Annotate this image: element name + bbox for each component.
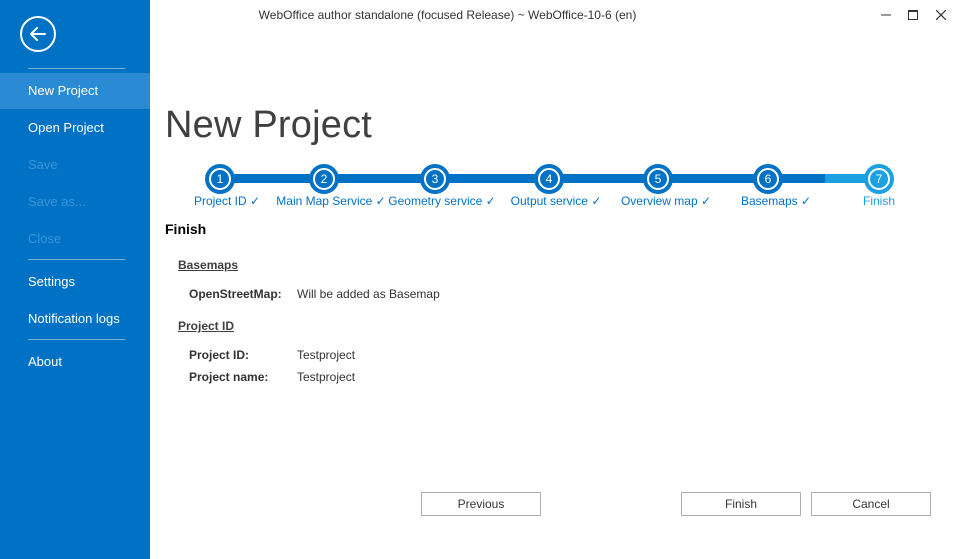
sidebar-divider — [28, 259, 125, 260]
finish-button[interactable]: Finish — [681, 492, 801, 516]
step-label-overview-map[interactable]: Overview map ✓ — [621, 194, 711, 208]
summary-value: Testproject — [297, 348, 356, 362]
sidebar-item-notification-logs[interactable]: Notification logs — [0, 301, 150, 337]
sidebar: New Project Open Project Save Save as...… — [0, 0, 150, 559]
sidebar-item-new-project[interactable]: New Project — [0, 73, 150, 109]
sidebar-item-save-as: Save as... — [28, 194, 86, 209]
sidebar-item-save: Save — [28, 157, 58, 172]
page-title: New Project — [165, 104, 373, 146]
maximize-icon — [908, 10, 918, 20]
step-number: 4 — [538, 168, 560, 190]
step-label-main-map-service[interactable]: Main Map Service ✓ — [276, 194, 385, 208]
title-bar: WebOffice author standalone (focused Rel… — [150, 0, 955, 30]
cancel-button[interactable]: Cancel — [811, 492, 931, 516]
step-3-marker[interactable]: 3 — [420, 164, 450, 194]
step-label-output-service[interactable]: Output service ✓ — [511, 194, 602, 208]
step-1-marker[interactable]: 1 — [205, 164, 235, 194]
sidebar-item-open-project[interactable]: Open Project — [0, 110, 150, 146]
step-number: 5 — [647, 168, 669, 190]
sidebar-item-settings[interactable]: Settings — [0, 264, 150, 300]
sidebar-item-close: Close — [28, 231, 62, 246]
arrow-left-icon — [30, 27, 46, 41]
summary-heading-project-id: Project ID — [178, 319, 235, 333]
step-4-marker[interactable]: 4 — [534, 164, 564, 194]
summary-value: Will be added as Basemap — [297, 287, 440, 301]
window-title: WebOffice author standalone (focused Rel… — [258, 8, 637, 22]
back-button[interactable] — [20, 16, 56, 52]
sidebar-divider — [28, 68, 125, 69]
step-number: 2 — [313, 168, 335, 190]
maximize-button[interactable] — [899, 4, 927, 26]
summary-key: Project name: — [189, 370, 269, 384]
step-label-geometry-service[interactable]: Geometry service ✓ — [388, 194, 495, 208]
step-7-marker[interactable]: 7 — [864, 164, 894, 194]
summary-heading-basemaps: Basemaps — [178, 258, 239, 272]
minimize-icon — [881, 14, 891, 16]
step-number: 7 — [868, 168, 890, 190]
summary-key: OpenStreetMap: — [189, 287, 282, 301]
sidebar-item-about[interactable]: About — [0, 344, 150, 380]
step-6-marker[interactable]: 6 — [753, 164, 783, 194]
app-window: New Project Open Project Save Save as...… — [0, 0, 955, 559]
wizard-stepper: 1 2 3 4 5 6 7 Project ID ✓ Main Map Serv… — [150, 160, 955, 220]
previous-button[interactable]: Previous — [421, 492, 541, 516]
step-label-basemaps[interactable]: Basemaps ✓ — [741, 194, 811, 208]
step-number: 6 — [757, 168, 779, 190]
step-number: 3 — [424, 168, 446, 190]
minimize-button[interactable] — [872, 4, 900, 26]
step-number: 1 — [209, 168, 231, 190]
step-label-finish[interactable]: Finish — [863, 194, 895, 208]
summary-key: Project ID: — [189, 348, 250, 362]
step-2-marker[interactable]: 2 — [309, 164, 339, 194]
close-window-button[interactable] — [927, 4, 955, 26]
close-icon — [936, 10, 946, 20]
step-label-project-id[interactable]: Project ID ✓ — [194, 194, 260, 208]
section-title: Finish — [165, 221, 207, 237]
sidebar-divider — [28, 339, 125, 340]
summary-value: Testproject — [297, 370, 356, 384]
step-5-marker[interactable]: 5 — [643, 164, 673, 194]
